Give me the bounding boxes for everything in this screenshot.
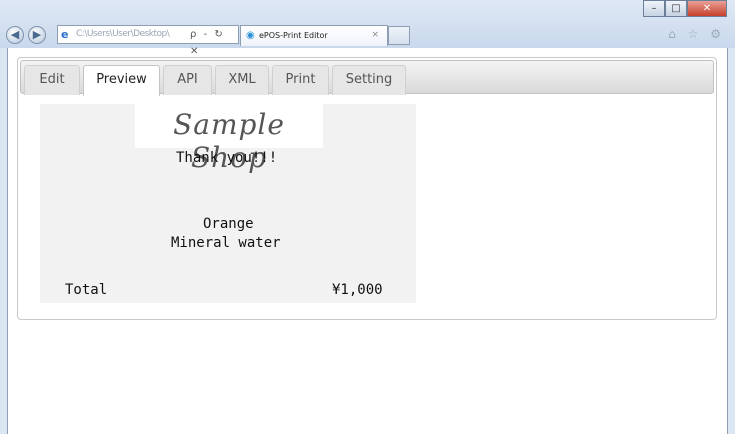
receipt-total-value: ¥1,000 xyxy=(332,282,383,298)
tab-xml[interactable]: XML xyxy=(215,65,269,95)
receipt-logo-image: Sample Shop xyxy=(135,104,323,174)
browser-tab-title: ePOS-Print Editor xyxy=(259,31,328,40)
receipt-thanks: Thank you!!! xyxy=(176,150,278,166)
forward-button[interactable]: ▶ xyxy=(28,26,46,44)
ie-page-icon: e xyxy=(61,28,69,41)
forward-arrow-icon: ▶ xyxy=(32,28,42,41)
receipt-preview: Sample Shop Thank you!!! Orange Mineral … xyxy=(40,104,416,303)
tab-preview[interactable]: Preview xyxy=(83,65,160,96)
tab-edit[interactable]: Edit xyxy=(24,65,80,95)
receipt-total-label: Total xyxy=(65,282,108,298)
address-url[interactable]: C:\Users\User\Desktop\ xyxy=(76,26,186,43)
app-panel: Edit Preview API XML Print Setting Sampl… xyxy=(17,57,717,320)
maximize-button[interactable]: □ xyxy=(665,0,687,17)
browser-tools-icons[interactable]: ⌂ ☆ ⚙ xyxy=(668,27,725,41)
address-controls[interactable]: ρ - ↻ ✕ xyxy=(190,26,238,60)
browser-tab[interactable]: ◉ ePOS-Print Editor × xyxy=(240,25,388,46)
back-button[interactable]: ◀ xyxy=(6,26,24,44)
close-button[interactable]: ✕ xyxy=(687,0,727,17)
tab-print[interactable]: Print xyxy=(272,65,329,95)
new-tab-button[interactable] xyxy=(388,26,410,45)
frame-edge-left xyxy=(7,48,8,434)
ie-tab-icon: ◉ xyxy=(246,30,255,41)
receipt-item-mineral-water: Mineral water xyxy=(171,235,281,251)
receipt-item-orange: Orange xyxy=(203,216,254,232)
app-tab-bar: Edit Preview API XML Print Setting xyxy=(20,60,714,96)
tab-close-icon[interactable]: × xyxy=(371,26,379,45)
window-frame-right xyxy=(727,48,735,434)
frame-edge-right xyxy=(727,48,728,434)
tab-api[interactable]: API xyxy=(163,65,212,95)
window-controls: – □ ✕ xyxy=(643,0,727,18)
minimize-button[interactable]: – xyxy=(643,0,665,17)
tab-setting[interactable]: Setting xyxy=(332,65,406,95)
address-bar[interactable]: e C:\Users\User\Desktop\ ρ - ↻ ✕ xyxy=(57,25,239,57)
back-arrow-icon: ◀ xyxy=(10,28,20,41)
